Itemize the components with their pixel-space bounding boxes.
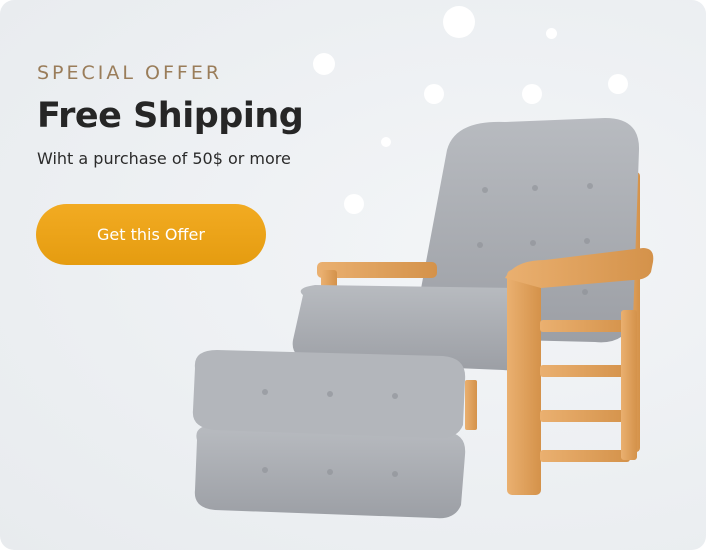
ottoman-leg xyxy=(465,380,477,430)
decor-dot xyxy=(546,28,557,39)
chair-front-post xyxy=(507,270,541,495)
special-offer-label: SPECIAL OFFER xyxy=(37,62,223,84)
decor-dot xyxy=(522,84,542,104)
armchair-illustration xyxy=(192,118,654,519)
chair-rear-leg xyxy=(621,310,637,460)
decor-dot xyxy=(313,53,335,75)
decor-dot xyxy=(608,74,628,94)
decor-dot xyxy=(443,6,475,38)
promo-card: SPECIAL OFFER Free Shipping Wiht a purch… xyxy=(0,0,706,550)
decor-dot xyxy=(424,84,444,104)
